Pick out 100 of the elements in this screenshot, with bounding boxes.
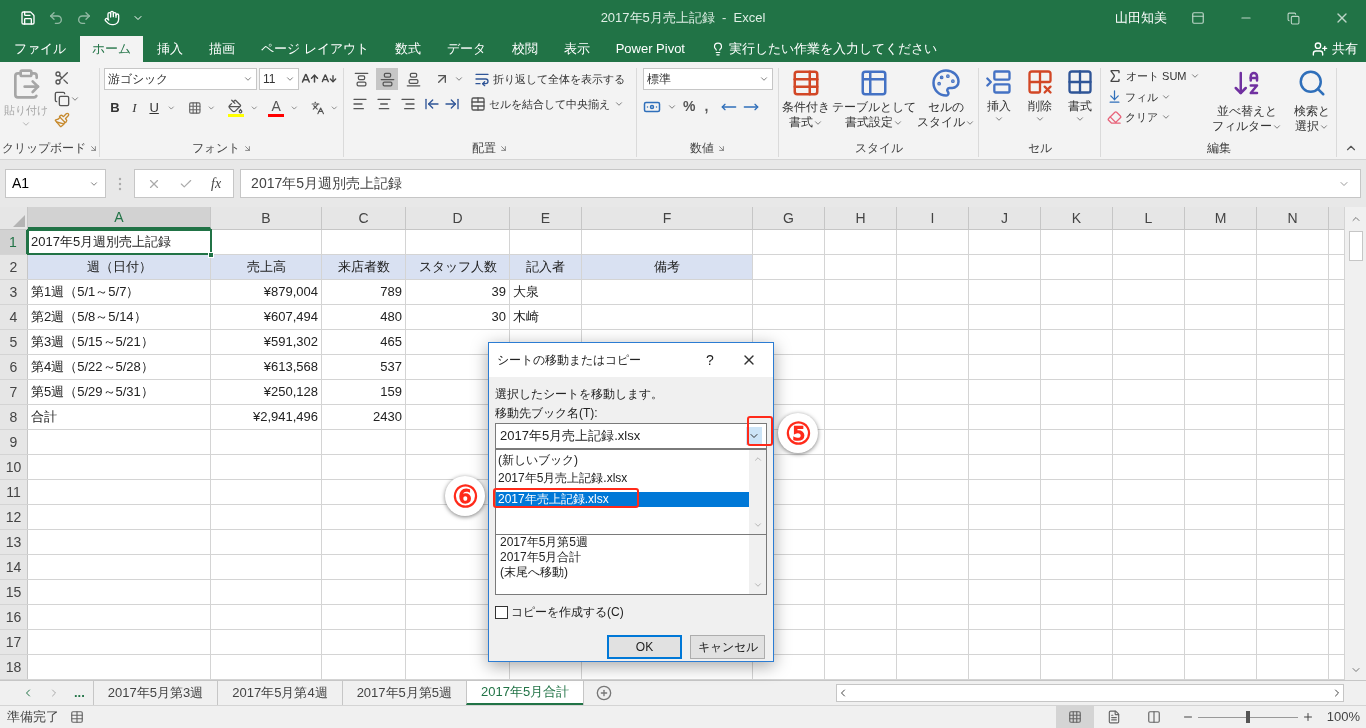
scissors-icon[interactable] [54,70,70,86]
cells-button[interactable]: 書式 [1066,68,1094,124]
row-header[interactable]: 10 [0,455,28,479]
style-button[interactable]: テーブルとして 書式設定 [831,68,916,130]
column-header[interactable]: I [897,207,969,229]
italic-button[interactable]: I [127,98,142,118]
underline-button[interactable]: U [147,98,161,118]
list-item[interactable]: 2017年5月合計 [500,550,749,565]
ribbon-tab[interactable]: 描画 [197,36,247,62]
number-format-field[interactable]: 標準 [643,68,773,90]
style-button[interactable]: セルの スタイル [917,68,975,130]
dropdown-item[interactable]: 2017年5月売上記録.xlsx [496,470,749,486]
name-box[interactable]: A1 [5,169,106,198]
cells-button[interactable]: 削除 [1025,68,1054,124]
column-header[interactable]: B [211,207,322,229]
row-header[interactable]: 4 [0,305,28,329]
column-header[interactable]: M [1185,207,1257,229]
horizontal-scrollbar[interactable] [836,684,1344,702]
drag-handle-icon[interactable] [118,176,122,191]
ribbon-tab[interactable]: 校閲 [499,36,550,62]
autosum-button[interactable]: オート SUM [1107,68,1200,85]
touch-mode-icon[interactable] [104,10,120,26]
paintbrush-icon[interactable] [54,112,70,128]
column-header[interactable]: N [1257,207,1329,229]
help-button[interactable]: ? [695,349,725,371]
ribbon-tab[interactable]: データ [434,36,498,62]
column-header[interactable]: J [969,207,1041,229]
insert-function-button[interactable]: fx [211,173,222,194]
page-layout-view-icon[interactable] [1107,710,1121,724]
copy-icon[interactable] [54,91,70,107]
page-break-view-icon[interactable] [1147,710,1161,724]
list-item[interactable]: (末尾へ移動) [500,565,749,580]
normal-view-button[interactable] [1056,705,1094,728]
column-header[interactable]: A [28,207,211,229]
row-header[interactable]: 16 [0,605,28,629]
bold-button[interactable]: B [108,98,122,118]
row-header[interactable]: 6 [0,355,28,379]
clear-button[interactable]: クリア [1107,109,1200,126]
dialog-launcher-icon[interactable] [499,143,508,153]
column-header[interactable]: G [753,207,825,229]
fill-color-icon[interactable] [227,98,244,117]
ribbon-tab[interactable]: 表示 [551,36,602,62]
row-header[interactable]: 8 [0,405,28,429]
edit-button[interactable]: 検索と 選択 [1294,68,1330,134]
dialog-launcher-icon[interactable] [716,143,726,153]
row-header[interactable]: 11 [0,480,28,504]
column-header[interactable]: F [582,207,753,229]
column-header[interactable]: H [825,207,897,229]
comma-button[interactable]: , [701,96,712,117]
row-header[interactable]: 2 [0,255,28,279]
new-sheet-icon[interactable] [595,685,612,701]
row-header[interactable]: 14 [0,555,28,579]
phonetic-icon[interactable] [310,99,325,116]
zoom-in-icon[interactable] [1302,711,1314,723]
vertical-align-button[interactable] [376,68,398,90]
dialog-button[interactable]: キャンセル [690,635,765,659]
save-icon[interactable] [20,10,36,26]
dropdown-item[interactable]: (新しいブック) [496,452,749,468]
macro-record-icon[interactable] [70,710,84,724]
vertical-scrollbar[interactable] [1344,207,1366,680]
share-button[interactable]: 共有 [1312,36,1366,62]
list-item[interactable]: 2017年5月第5週 [500,535,749,550]
row-header[interactable]: 9 [0,430,28,454]
restore-icon[interactable] [1287,11,1300,25]
font-size-field[interactable]: 11 [259,68,299,90]
row-header[interactable]: 3 [0,280,28,304]
style-button[interactable]: 条件付き 書式 [782,68,830,130]
fill-handle[interactable] [208,252,214,258]
dropdown-item[interactable]: 2017年売上記録.xlsx [496,491,749,507]
book-combobox[interactable]: 2017年5月売上記録.xlsx [495,423,767,449]
ribbon-tab[interactable]: ページ レイアウト [249,36,381,62]
edit-button[interactable]: 並べ替えと フィルター [1211,68,1282,134]
dialog-launcher-icon[interactable] [242,143,252,153]
merge-center-button[interactable]: セルを結合して中央揃え [470,96,610,113]
row-header[interactable]: 17 [0,630,28,654]
row-header[interactable]: 12 [0,505,28,529]
row-header[interactable]: 15 [0,580,28,604]
borders-icon[interactable] [187,99,202,116]
ribbon-tab[interactable]: 挿入 [145,36,195,62]
column-header[interactable]: D [406,207,510,229]
sheet-tab[interactable]: 2017年5月合計 [466,681,584,705]
scrollbar-thumb[interactable] [1348,231,1363,261]
row-header[interactable]: 7 [0,380,28,404]
zoom-slider[interactable] [1198,710,1298,724]
row-header[interactable]: 5 [0,330,28,354]
ribbon-tab[interactable]: ファイル [2,36,78,62]
slider-thumb[interactable] [1246,711,1250,723]
column-header[interactable]: K [1041,207,1113,229]
formula-field[interactable]: 2017年5月週別売上記録 [240,169,1361,198]
font-name-field[interactable]: 游ゴシック [104,68,257,90]
column-header[interactable]: C [322,207,406,229]
fill-button[interactable]: フィル [1107,88,1200,105]
percent-button[interactable]: % [683,96,696,117]
cells-button[interactable]: 挿入 [985,68,1013,124]
ribbon-options-icon[interactable] [1191,11,1205,25]
row-header[interactable]: 18 [0,655,28,679]
row-header[interactable]: 13 [0,530,28,554]
tell-me-field[interactable]: 実行したい作業を入力してください [729,39,937,59]
ribbon-tab[interactable]: Power Pivot [603,36,697,62]
font-color-button[interactable]: A [268,98,285,117]
